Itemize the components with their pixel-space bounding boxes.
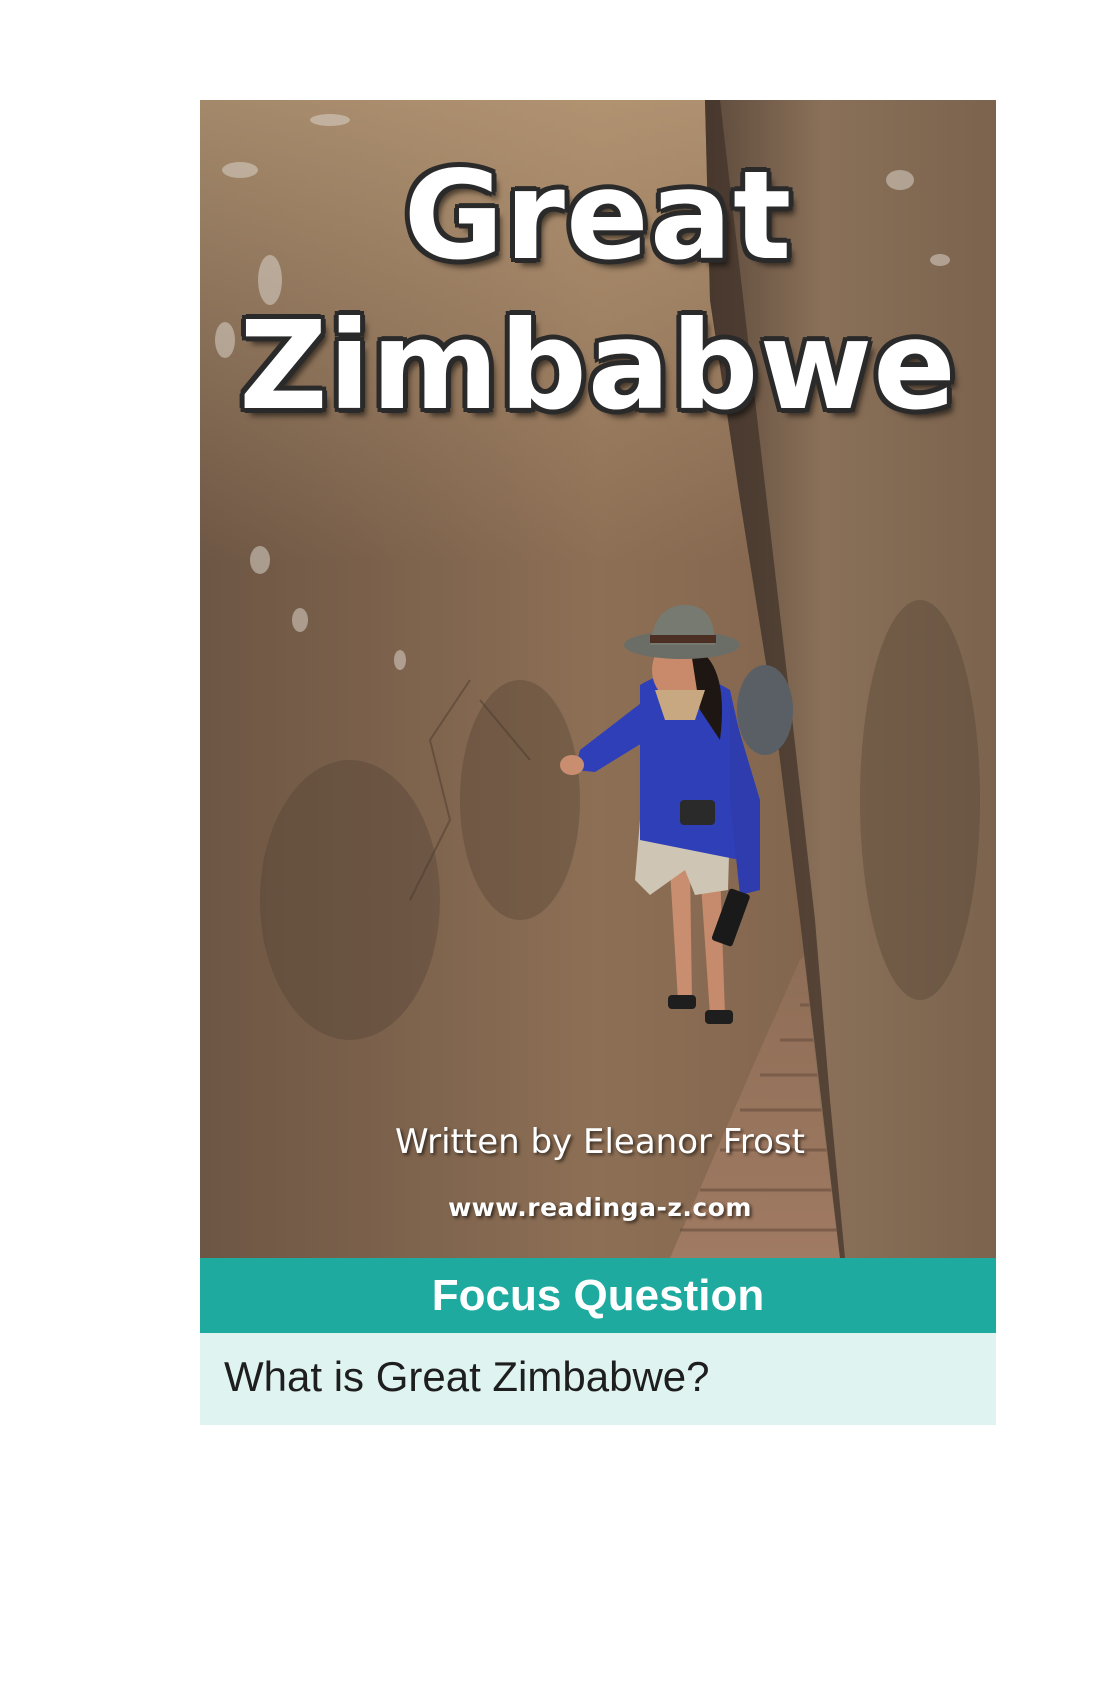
focus-question-text: What is Great Zimbabwe? (224, 1353, 710, 1400)
website-url[interactable]: www.readinga-z.com (390, 1193, 810, 1222)
cover-photo: Great Zimbabwe Written by Eleanor Frost … (200, 100, 996, 1258)
author-byline: Written by Eleanor Frost (395, 1122, 805, 1162)
book-cover-page: Great Zimbabwe Written by Eleanor Frost … (200, 100, 996, 1430)
cover-title-line1: Great (403, 145, 793, 287)
cover-title-line2: Zimbabwe (239, 295, 957, 437)
focus-question-header: Focus Question (200, 1258, 996, 1333)
focus-question-box: What is Great Zimbabwe? (200, 1333, 996, 1425)
